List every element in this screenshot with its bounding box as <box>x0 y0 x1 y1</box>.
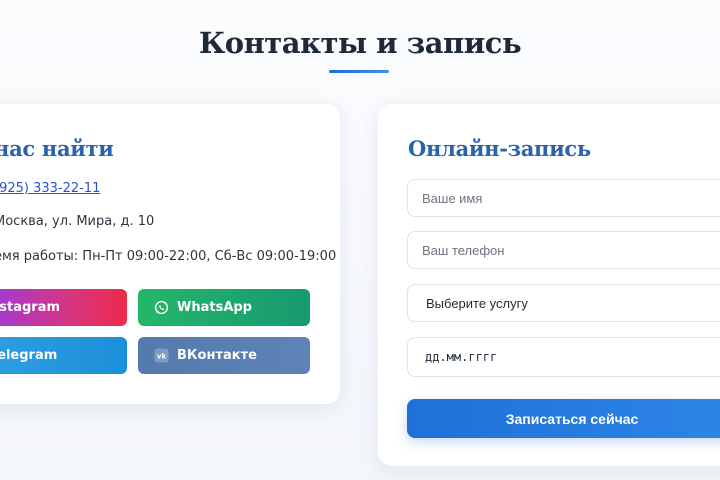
submit-button[interactable]: Записаться сейчас <box>407 399 720 438</box>
service-select[interactable]: Выберите услугу <box>407 284 720 322</box>
name-input[interactable] <box>407 179 720 217</box>
telegram-label: Telegram <box>0 348 58 363</box>
telegram-button[interactable]: Telegram <box>0 337 127 374</box>
address-text: Москва, ул. Мира, д. 10 <box>0 214 155 229</box>
instagram-label: nstagram <box>0 300 61 315</box>
working-hours-text: емя работы: Пн-Пт 09:00-22:00, Сб-Вс 09:… <box>0 249 337 264</box>
booking-title: Онлайн-запись <box>408 136 591 161</box>
vk-button[interactable]: vk ВКонтакте <box>138 337 310 374</box>
whatsapp-icon <box>154 300 169 315</box>
section-title: Контакты и запись <box>198 26 522 60</box>
title-underline <box>329 70 389 73</box>
instagram-button[interactable]: nstagram <box>0 289 127 326</box>
vk-icon: vk <box>154 348 169 363</box>
service-select-value: Выберите услугу <box>426 295 528 311</box>
vk-label: ВКонтакте <box>177 348 257 363</box>
whatsapp-label: WhatsApp <box>177 300 252 315</box>
submit-label: Записаться сейчас <box>505 410 639 427</box>
date-input-placeholder: дд.мм.гггг <box>425 350 498 364</box>
phone-link[interactable]: (925) 333-22-11 <box>0 181 100 196</box>
date-input[interactable]: дд.мм.гггг <box>407 337 720 377</box>
whatsapp-button[interactable]: WhatsApp <box>138 289 310 326</box>
phone-input[interactable] <box>407 231 720 269</box>
contacts-title: нас найти <box>0 136 114 161</box>
svg-text:vk: vk <box>157 352 167 361</box>
